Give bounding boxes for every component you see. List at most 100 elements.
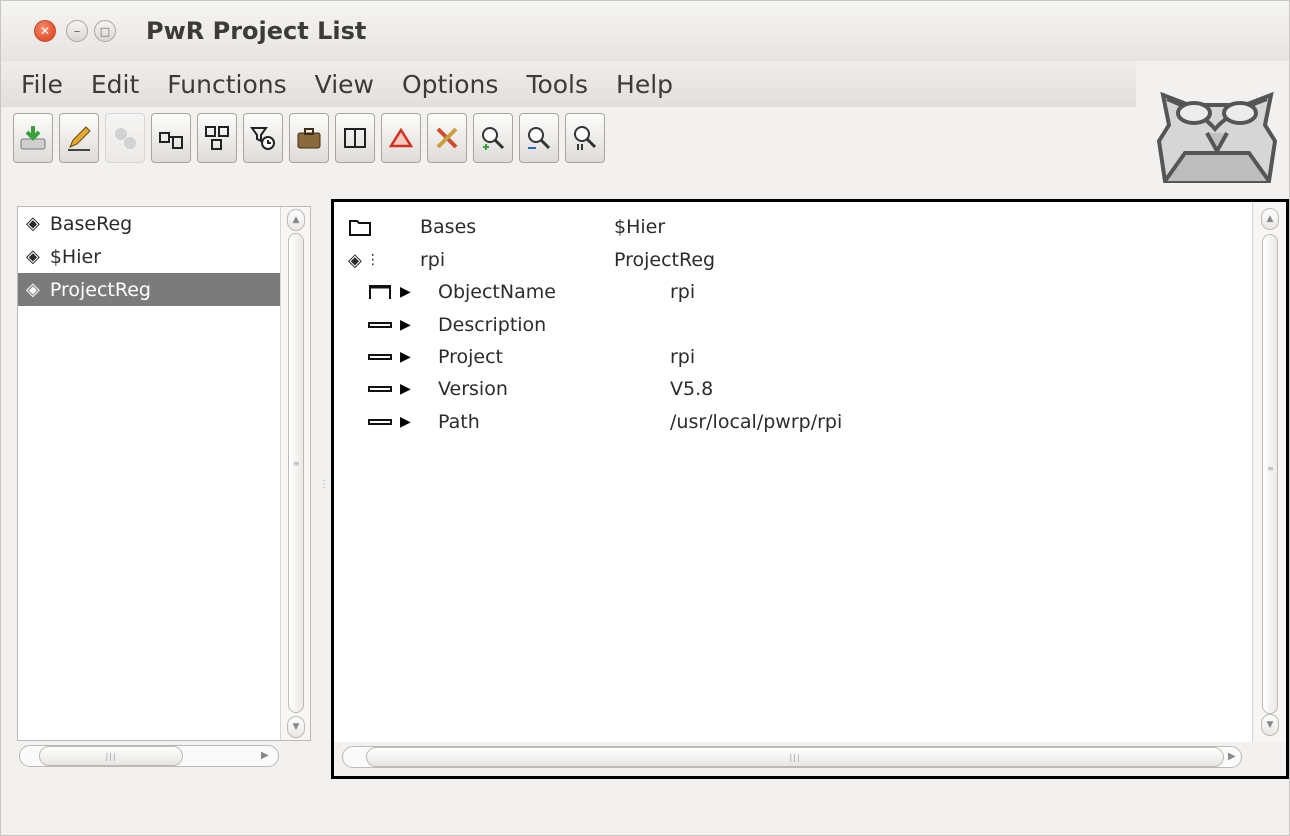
zoom-in-button[interactable] — [473, 113, 513, 163]
save-button[interactable] — [13, 113, 53, 163]
folder-icon — [348, 217, 372, 237]
left-horizontal-scroll-thumb[interactable]: ||| — [39, 746, 183, 766]
alert-button[interactable] — [381, 113, 421, 163]
menu-functions[interactable]: Functions — [153, 70, 300, 99]
split-view-icon — [344, 128, 366, 148]
menu-edit[interactable]: Edit — [77, 70, 153, 99]
expand-triangle-icon[interactable]: ▶ — [400, 349, 411, 365]
title-bar[interactable]: ✕ – □ PwR Project List — [1, 1, 1289, 61]
attribute-name: ObjectName — [438, 281, 556, 303]
scroll-down-icon[interactable]: ▼ — [287, 716, 305, 738]
row-name: rpi — [420, 249, 446, 271]
attribute-row-version[interactable]: ▶ Version V5.8 — [368, 373, 1248, 405]
build-node-button[interactable] — [151, 113, 191, 163]
menu-help[interactable]: Help — [602, 70, 687, 99]
zoom-in-icon — [482, 127, 505, 150]
gears-icon — [115, 128, 136, 149]
left-horizontal-scrollbar[interactable]: ◀ ||| ▶ — [17, 743, 281, 769]
attribute-name: Version — [438, 378, 508, 400]
attribute-row-path[interactable]: ▶ Path /usr/local/pwrp/rpi — [368, 406, 1248, 438]
menu-file[interactable]: File — [7, 70, 77, 99]
scroll-up-icon[interactable]: ▲ — [1261, 208, 1279, 230]
tools-button[interactable] — [427, 113, 467, 163]
tree-item-hier[interactable]: ◈ $Hier — [18, 240, 310, 273]
owl-logo — [1156, 91, 1278, 183]
pane-splitter-grip-icon[interactable]: ⋮ — [319, 479, 329, 490]
attribute-name: Description — [438, 314, 547, 336]
right-vertical-scrollbar[interactable]: ▲ ≡ ▼ — [1252, 202, 1286, 742]
zoom-out-icon — [528, 127, 551, 150]
attribute-value: /usr/local/pwrp/rpi — [670, 411, 843, 433]
minimize-window-button[interactable]: – — [66, 20, 88, 42]
object-eye-icon: ◈ — [348, 249, 362, 271]
object-eye-icon: ◈ — [26, 213, 40, 234]
distribute-button[interactable] — [197, 113, 237, 163]
tree-item-label: BaseReg — [49, 212, 133, 235]
right-object-panel[interactable]: Bases $Hier ◈ ⋮ rpi ProjectReg ▶ ObjectN… — [331, 199, 1289, 779]
attribute-bar-icon — [368, 348, 392, 366]
right-horizontal-scroll-thumb[interactable]: ||| — [366, 747, 1224, 767]
left-tree-panel[interactable]: ◈ BaseReg ◈ $Hier ◈ ProjectReg ▲ ≡ ▼ — [17, 206, 311, 741]
edit-button[interactable] — [59, 113, 99, 163]
build-node-icon — [159, 132, 183, 149]
zoom-reset-button[interactable] — [565, 113, 605, 163]
scroll-right-icon[interactable]: ▶ — [261, 750, 269, 761]
configure-button[interactable] — [105, 113, 145, 163]
attribute-value: rpi — [670, 281, 696, 303]
close-icon: ✕ — [39, 24, 51, 38]
grip-icon: ≡ — [293, 459, 300, 468]
toolbar — [13, 113, 605, 165]
tree-row-bases[interactable]: Bases $Hier — [348, 211, 1248, 243]
attribute-row-description[interactable]: ▶ Description — [368, 309, 1248, 341]
application-window: ✕ – □ PwR Project List File Edit Functio… — [0, 0, 1290, 836]
attribute-name: Project — [438, 346, 504, 368]
menu-bar: File Edit Functions View Options Tools H… — [1, 61, 1136, 107]
filter-clock-button[interactable] — [243, 113, 283, 163]
attribute-bar-icon — [368, 413, 392, 431]
object-eye-icon: ◈ — [26, 246, 40, 267]
split-view-button[interactable] — [335, 113, 375, 163]
tree-item-label: $Hier — [49, 245, 101, 268]
object-eye-icon: ◈ — [26, 279, 40, 300]
suitcase-button[interactable] — [289, 113, 329, 163]
scroll-right-icon[interactable]: ▶ — [1228, 751, 1236, 762]
menu-options[interactable]: Options — [388, 70, 512, 99]
attribute-value: rpi — [670, 346, 696, 368]
attribute-row-objectname[interactable]: ▶ ObjectName rpi — [368, 276, 1248, 308]
filter-clock-icon — [250, 127, 275, 150]
object-tree-view[interactable]: Bases $Hier ◈ ⋮ rpi ProjectReg ▶ ObjectN… — [334, 202, 1286, 742]
edit-pencil-icon — [68, 126, 91, 151]
row-value: ProjectReg — [614, 249, 716, 271]
row-value: $Hier — [614, 216, 666, 238]
expand-triangle-icon[interactable]: ▶ — [400, 317, 411, 333]
zoom-reset-icon — [574, 126, 597, 150]
tree-item-projectreg[interactable]: ◈ ProjectReg — [18, 273, 280, 306]
attribute-list-icon: ⋮ — [365, 252, 380, 268]
left-vertical-scrollbar[interactable]: ▲ ≡ ▼ — [280, 207, 310, 740]
close-window-button[interactable]: ✕ — [34, 20, 56, 42]
window-title: PwR Project List — [146, 17, 367, 45]
left-vertical-scroll-thumb[interactable] — [288, 233, 304, 713]
expand-triangle-icon[interactable]: ▶ — [400, 381, 411, 397]
triangle-alert-icon — [388, 127, 414, 148]
expand-triangle-icon[interactable]: ▶ — [400, 284, 411, 300]
maximize-window-button[interactable]: □ — [94, 20, 116, 42]
scroll-down-icon[interactable]: ▼ — [1261, 714, 1279, 736]
menu-view[interactable]: View — [301, 70, 388, 99]
zoom-out-button[interactable] — [519, 113, 559, 163]
grip-icon: ≡ — [1267, 464, 1274, 473]
tree-item-basereg[interactable]: ◈ BaseReg — [18, 207, 310, 240]
attribute-name: Path — [438, 411, 480, 433]
maximize-icon: □ — [99, 24, 111, 38]
tree-row-rpi[interactable]: ◈ ⋮ rpi ProjectReg — [348, 244, 1248, 276]
distribute-icon — [205, 126, 229, 150]
attribute-row-project[interactable]: ▶ Project rpi — [368, 341, 1248, 373]
menu-tools[interactable]: Tools — [512, 70, 602, 99]
expand-triangle-icon[interactable]: ▶ — [400, 414, 411, 430]
scroll-up-icon[interactable]: ▲ — [287, 209, 305, 231]
tools-icon — [436, 127, 458, 149]
right-horizontal-scrollbar[interactable]: ◀ ||| ▶ — [338, 744, 1246, 770]
right-vertical-scroll-thumb[interactable] — [1262, 234, 1278, 714]
tree-item-label: ProjectReg — [49, 278, 151, 301]
status-bar — [1, 781, 1289, 835]
